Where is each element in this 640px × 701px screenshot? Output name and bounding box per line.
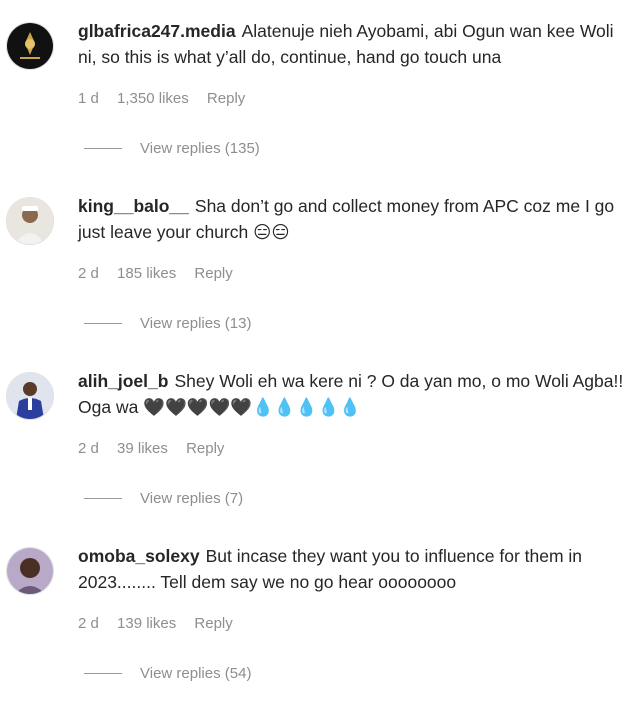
comment-likes[interactable]: 1,350 likes	[117, 90, 189, 107]
reply-button[interactable]: Reply	[194, 265, 232, 282]
reply-button[interactable]: Reply	[207, 90, 245, 107]
view-replies-button[interactable]: View replies (13)	[84, 315, 251, 332]
user-photo-icon	[7, 373, 53, 419]
brand-logo-icon	[7, 23, 53, 69]
comment-username[interactable]: glbafrica247.media	[78, 21, 236, 41]
user-photo-icon	[7, 548, 53, 594]
user-photo-avatar[interactable]	[6, 197, 54, 245]
user-photo-icon	[7, 198, 53, 244]
comment-meta: 2 d 139 likes Reply	[78, 615, 247, 632]
view-replies-label: View replies (13)	[140, 315, 252, 332]
comments-list: glbafrica247.media Alatenuje nieh Ayobami…	[0, 0, 640, 701]
comment-time: 2 d	[78, 615, 99, 632]
comment-likes[interactable]: 185 likes	[117, 265, 176, 282]
comment-text-block: glbafrica247.media Alatenuje nieh Ayobami…	[78, 18, 630, 70]
view-replies-button[interactable]: View replies (7)	[84, 490, 243, 507]
user-photo-avatar[interactable]	[6, 372, 54, 420]
reply-button[interactable]: Reply	[194, 615, 232, 632]
comment-meta: 1 d 1,350 likes Reply	[78, 90, 259, 107]
view-replies-label: View replies (54)	[140, 665, 252, 682]
view-replies-button[interactable]: View replies (135)	[84, 140, 260, 157]
comment-text-block: king__balo__ Sha don’t go and collect mon…	[78, 193, 630, 245]
comment-item: king__balo__ Sha don’t go and collect mon…	[0, 175, 640, 350]
comment-meta: 2 d 39 likes Reply	[78, 440, 238, 457]
view-replies-button[interactable]: View replies (54)	[84, 665, 251, 682]
comment-item: glbafrica247.media Alatenuje nieh Ayobami…	[0, 0, 640, 175]
comment-likes[interactable]: 39 likes	[117, 440, 168, 457]
replies-divider	[84, 323, 122, 324]
comment-username[interactable]: omoba_solexy	[78, 546, 200, 566]
comment-username[interactable]: alih_joel_b	[78, 371, 168, 391]
comment-meta: 2 d 185 likes Reply	[78, 265, 247, 282]
comment-item: omoba_solexy But incase they want you to …	[0, 525, 640, 700]
replies-divider	[84, 148, 122, 149]
replies-divider	[84, 673, 122, 674]
comment-time: 1 d	[78, 90, 99, 107]
comment-time: 2 d	[78, 440, 99, 457]
user-photo-avatar[interactable]	[6, 547, 54, 595]
brand-logo-avatar[interactable]	[6, 22, 54, 70]
comment-text-block: omoba_solexy But incase they want you to …	[78, 543, 630, 595]
comment-likes[interactable]: 139 likes	[117, 615, 176, 632]
comment-username[interactable]: king__balo__	[78, 196, 189, 216]
comment-time: 2 d	[78, 265, 99, 282]
comment-item: alih_joel_b Shey Woli eh wa kere ni ? O d…	[0, 350, 640, 525]
reply-button[interactable]: Reply	[186, 440, 224, 457]
view-replies-label: View replies (135)	[140, 140, 260, 157]
comment-text-block: alih_joel_b Shey Woli eh wa kere ni ? O d…	[78, 368, 630, 420]
view-replies-label: View replies (7)	[140, 490, 244, 507]
replies-divider	[84, 498, 122, 499]
